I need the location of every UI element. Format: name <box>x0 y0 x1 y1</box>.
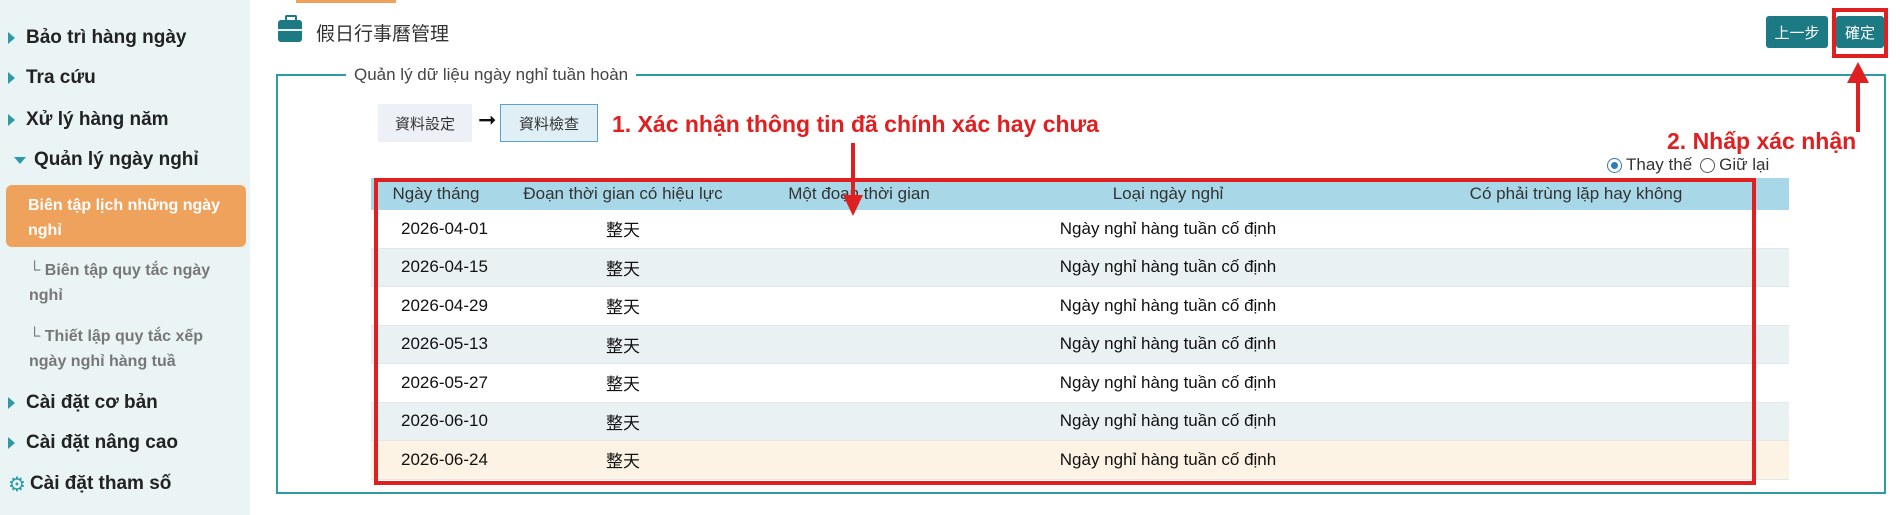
radio-replace[interactable] <box>1607 157 1622 173</box>
annotation-step2-text: 2. Nhấp xác nhận <box>1667 128 1857 154</box>
sidebar-item-label: Biên tập lịch những ngày nghỉ <box>28 197 221 239</box>
previous-step-button[interactable]: 上一步 <box>1766 16 1828 48</box>
sidebar-item-label: Tra cứu <box>26 67 96 88</box>
briefcase-icon <box>278 15 302 42</box>
top-tab-indicator <box>296 0 396 3</box>
sidebar-item-label: Quản lý ngày nghỉ <box>34 149 199 170</box>
gear-icon: ⚙ <box>8 472 26 496</box>
sidebar-item-label: └ Thiết lập quy tắc xếp ngày nghỉ hàng t… <box>29 328 204 370</box>
step-data-setup[interactable]: 資料設定 <box>378 104 472 142</box>
annotation-confirm-highlight-box <box>1832 8 1888 58</box>
annotation-step1-text: 1. Xác nhận thông tin đã chính xác hay c… <box>612 111 1099 137</box>
sidebar-item-basic-settings[interactable]: Cài đặt cơ bản <box>8 392 158 414</box>
annotation-table-highlight-box <box>374 178 1756 485</box>
step-data-check[interactable]: 資料檢查 <box>500 104 598 142</box>
sidebar-subitem-holiday-rule-edit[interactable]: └ Biên tập quy tắc ngày nghỉ <box>29 258 239 308</box>
sidebar-item-yearly-processing[interactable]: Xử lý hàng năm <box>8 109 169 131</box>
sidebar-item-holiday-calendar-edit[interactable]: Biên tập lịch những ngày nghỉ <box>6 185 246 247</box>
caret-right-icon <box>8 114 15 126</box>
app-root: Bảo trì hàng ngày Tra cứu Xử lý hàng năm… <box>0 0 1900 515</box>
sidebar-item-parameter-settings[interactable]: ⚙ Cài đặt tham số <box>8 472 171 496</box>
replace-keep-radio-group: Thay thế Giữ lại <box>1607 155 1777 175</box>
sidebar-item-label: Cài đặt nâng cao <box>26 432 179 453</box>
fieldset-legend: Quản lý dữ liệu ngày nghỉ tuần hoàn <box>346 65 637 85</box>
radio-keep[interactable] <box>1700 157 1716 173</box>
page-title: 假日行事曆管理 <box>316 24 450 45</box>
sidebar-item-daily-maintenance[interactable]: Bảo trì hàng ngày <box>8 27 186 49</box>
caret-right-icon <box>8 32 15 44</box>
radio-keep-label[interactable]: Giữ lại <box>1719 155 1769 175</box>
sidebar-item-lookup[interactable]: Tra cứu <box>8 67 96 89</box>
sidebar: Bảo trì hàng ngày Tra cứu Xử lý hàng năm… <box>0 0 250 515</box>
sidebar-item-label: Cài đặt cơ bản <box>26 392 158 413</box>
sidebar-item-label: Bảo trì hàng ngày <box>26 27 187 48</box>
sidebar-item-holiday-management[interactable]: Quản lý ngày nghỉ <box>14 149 199 171</box>
caret-right-icon <box>8 72 15 84</box>
sidebar-item-label: Xử lý hàng năm <box>26 109 169 130</box>
sidebar-item-label: └ Biên tập quy tắc ngày nghỉ <box>29 262 211 304</box>
caret-down-icon <box>14 156 26 164</box>
arrow-right-icon: ➞ <box>478 108 497 133</box>
sidebar-subitem-weekly-holiday-rule[interactable]: └ Thiết lập quy tắc xếp ngày nghỉ hàng t… <box>29 324 239 374</box>
caret-right-icon <box>8 437 15 449</box>
sidebar-item-label: Cài đặt tham số <box>29 473 172 494</box>
radio-replace-label[interactable]: Thay thế <box>1626 155 1692 175</box>
caret-right-icon <box>8 397 15 409</box>
sidebar-item-advanced-settings[interactable]: Cài đặt nâng cao <box>8 432 178 454</box>
